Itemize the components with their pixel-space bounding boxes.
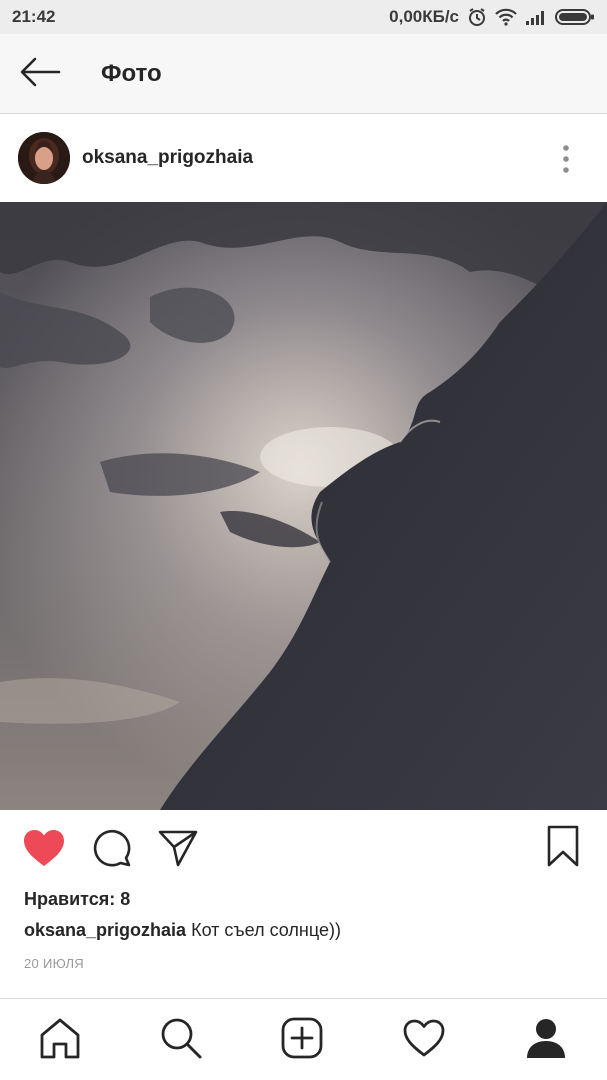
arrow-left-icon <box>19 57 61 92</box>
more-options-button[interactable] <box>550 141 582 181</box>
status-icons: 0,00КБ/с <box>389 7 595 27</box>
save-button[interactable] <box>540 824 586 872</box>
caption-username[interactable]: oksana_prigozhaia <box>24 920 186 940</box>
back-button[interactable] <box>16 54 64 94</box>
activity-heart-icon <box>402 1018 446 1063</box>
post-caption: oksana_prigozhaia Кот съел солнце)) <box>24 920 341 941</box>
profile-icon <box>524 1016 568 1065</box>
like-button[interactable] <box>18 826 70 874</box>
nav-add-button[interactable] <box>279 1017 325 1063</box>
status-time: 21:42 <box>12 7 56 26</box>
signal-icon <box>525 9 547 25</box>
avatar[interactable] <box>18 132 70 184</box>
home-icon <box>38 1016 82 1065</box>
post-photo[interactable] <box>0 202 607 810</box>
status-bar: 21:42 0,00КБ/с <box>0 0 607 34</box>
nav-activity-button[interactable] <box>401 1017 447 1063</box>
nav-profile-button[interactable] <box>523 1017 569 1063</box>
post-date: 20 ИЮЛЯ <box>24 956 84 971</box>
heart-icon <box>22 828 66 873</box>
bottom-nav <box>0 998 607 1080</box>
alarm-icon <box>467 7 487 27</box>
post-username[interactable]: oksana_prigozhaia <box>82 147 253 169</box>
comment-icon <box>92 828 132 873</box>
likes-count[interactable]: Нравится: 8 <box>24 889 130 910</box>
post-header: oksana_prigozhaia <box>0 116 607 202</box>
share-icon <box>157 828 199 873</box>
comment-button[interactable] <box>88 826 136 874</box>
search-icon <box>159 1016 203 1065</box>
network-speed: 0,00КБ/с <box>389 7 459 26</box>
page-title: Фото <box>101 60 162 87</box>
caption-text: Кот съел солнце)) <box>191 920 341 940</box>
share-button[interactable] <box>154 826 202 874</box>
bookmark-icon <box>546 825 580 872</box>
nav-search-button[interactable] <box>158 1017 204 1063</box>
wifi-icon <box>495 8 517 26</box>
nav-home-button[interactable] <box>37 1017 83 1063</box>
battery-icon <box>555 8 595 26</box>
post-actions <box>0 810 607 886</box>
vertical-dots-icon <box>561 144 571 179</box>
app-header: Фото <box>0 34 607 114</box>
add-icon <box>280 1016 324 1065</box>
